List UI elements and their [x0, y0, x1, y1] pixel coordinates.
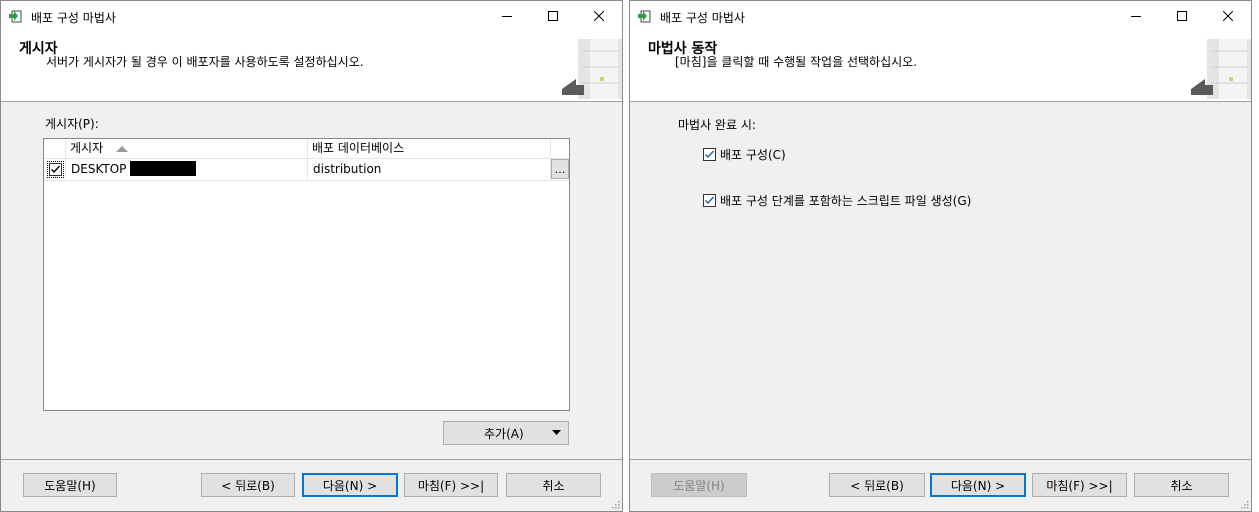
generate-script-label[interactable]: 배포 구성 단계를 포함하는 스크립트 파일 생성(G) — [720, 192, 971, 209]
close-button[interactable] — [576, 1, 622, 31]
wizard-footer: 도움말(H) < 뒤로(B) 다음(N) > 마침(F) >>| 취소 — [1, 459, 622, 511]
option-generate-script[interactable]: 배포 구성 단계를 포함하는 스크립트 파일 생성(G) — [703, 192, 971, 209]
maximize-icon — [548, 11, 558, 21]
page-header: 마법사 동작 [마침]을 클릭할 때 수행될 작업을 선택하십시오. — [630, 31, 1251, 102]
resize-grip-icon[interactable] — [1239, 499, 1249, 509]
close-icon — [594, 11, 604, 21]
database-name: distribution — [313, 162, 382, 176]
help-button: 도움말(H) — [651, 473, 747, 497]
publishers-grid[interactable]: 게시자 배포 데이터베이스 DESKTOP distribution ... — [43, 138, 570, 411]
window-title: 배포 구성 마법사 — [660, 11, 745, 25]
row-database-cell[interactable]: distribution — [308, 158, 551, 180]
table-row[interactable]: DESKTOP distribution ... — [44, 158, 569, 181]
minimize-icon — [502, 16, 512, 17]
minimize-button[interactable] — [1113, 1, 1159, 31]
option-configure-distribution[interactable]: 배포 구성(C) — [703, 146, 786, 163]
page-description: 서버가 게시자가 될 경우 이 배포자를 사용하도록 설정하십시오. — [46, 55, 364, 69]
checkbox-checked-icon — [705, 150, 715, 159]
generate-script-checkbox[interactable] — [703, 194, 716, 207]
wizard-window-publishers: 배포 구성 마법사 게시자 서버가 게시자가 될 경우 이 배포자를 사용하도록… — [0, 0, 623, 512]
dropdown-arrow-icon — [552, 430, 561, 435]
row-publisher-cell[interactable]: DESKTOP — [66, 158, 308, 180]
window-title: 배포 구성 마법사 — [31, 11, 116, 25]
cancel-button[interactable]: 취소 — [1134, 473, 1229, 497]
server-graphic-icon — [1191, 39, 1251, 99]
cancel-button[interactable]: 취소 — [506, 473, 601, 497]
page-header: 게시자 서버가 게시자가 될 경우 이 배포자를 사용하도록 설정하십시오. — [1, 31, 622, 102]
next-button[interactable]: 다음(N) > — [302, 473, 398, 497]
grid-header: 게시자 배포 데이터베이스 — [44, 139, 569, 159]
configure-distribution-label[interactable]: 배포 구성(C) — [720, 146, 786, 163]
minimize-icon — [1131, 16, 1141, 17]
checkbox-checked-icon — [51, 165, 61, 174]
on-complete-label: 마법사 완료 시: — [678, 118, 756, 132]
wizard-footer: 도움말(H) < 뒤로(B) 다음(N) > 마침(F) >>| 취소 — [630, 459, 1251, 511]
minimize-button[interactable] — [484, 1, 530, 31]
maximize-icon — [1177, 11, 1187, 21]
row-focus-rect — [47, 161, 64, 178]
page-description: [마침]을 클릭할 때 수행될 작업을 선택하십시오. — [675, 55, 918, 69]
title-bar[interactable]: 배포 구성 마법사 — [630, 1, 1251, 31]
redacted-block — [130, 161, 196, 176]
finish-button[interactable]: 마침(F) >>| — [404, 473, 498, 497]
close-icon — [1223, 11, 1233, 21]
browse-button[interactable]: ... — [551, 159, 569, 179]
publisher-checkbox[interactable] — [49, 163, 62, 176]
column-header-database-label: 배포 데이터베이스 — [312, 141, 405, 155]
page-body: 마법사 완료 시: 배포 구성(C) 배포 구성 단계를 포함하는 스크립트 파… — [630, 102, 1251, 459]
column-header-publisher-label: 게시자 — [70, 141, 104, 155]
wizard-app-icon — [638, 10, 651, 23]
finish-button[interactable]: 마침(F) >>| — [1032, 473, 1127, 497]
add-dropdown-button[interactable]: 추가(A) — [443, 421, 569, 445]
wizard-window-actions: 배포 구성 마법사 마법사 동작 [마침]을 클릭할 때 수행될 작업을 선택하… — [629, 0, 1252, 512]
grid-header-publisher[interactable]: 게시자 — [66, 139, 308, 158]
wizard-app-icon — [9, 10, 22, 23]
grid-header-checkbox-column — [44, 139, 66, 158]
title-bar[interactable]: 배포 구성 마법사 — [1, 1, 622, 31]
close-button[interactable] — [1205, 1, 1251, 31]
publisher-name: DESKTOP — [71, 162, 127, 176]
help-button[interactable]: 도움말(H) — [23, 473, 117, 497]
grid-header-database[interactable]: 배포 데이터베이스 — [308, 139, 551, 158]
add-button-label: 추가(A) — [484, 426, 524, 441]
configure-distribution-checkbox[interactable] — [703, 148, 716, 161]
back-button[interactable]: < 뒤로(B) — [201, 473, 295, 497]
resize-grip-icon[interactable] — [610, 499, 620, 509]
maximize-button[interactable] — [1159, 1, 1205, 31]
next-button[interactable]: 다음(N) > — [930, 473, 1026, 497]
back-button[interactable]: < 뒤로(B) — [829, 473, 925, 497]
sort-ascending-icon — [116, 146, 128, 152]
checkbox-checked-icon — [705, 196, 715, 205]
maximize-button[interactable] — [530, 1, 576, 31]
page-body: 게시자(P): 게시자 배포 데이터베이스 DESKTOP distributi… — [1, 102, 622, 459]
server-graphic-icon — [562, 39, 622, 99]
publishers-label: 게시자(P): — [45, 117, 99, 131]
row-checkbox-cell[interactable] — [44, 158, 66, 180]
